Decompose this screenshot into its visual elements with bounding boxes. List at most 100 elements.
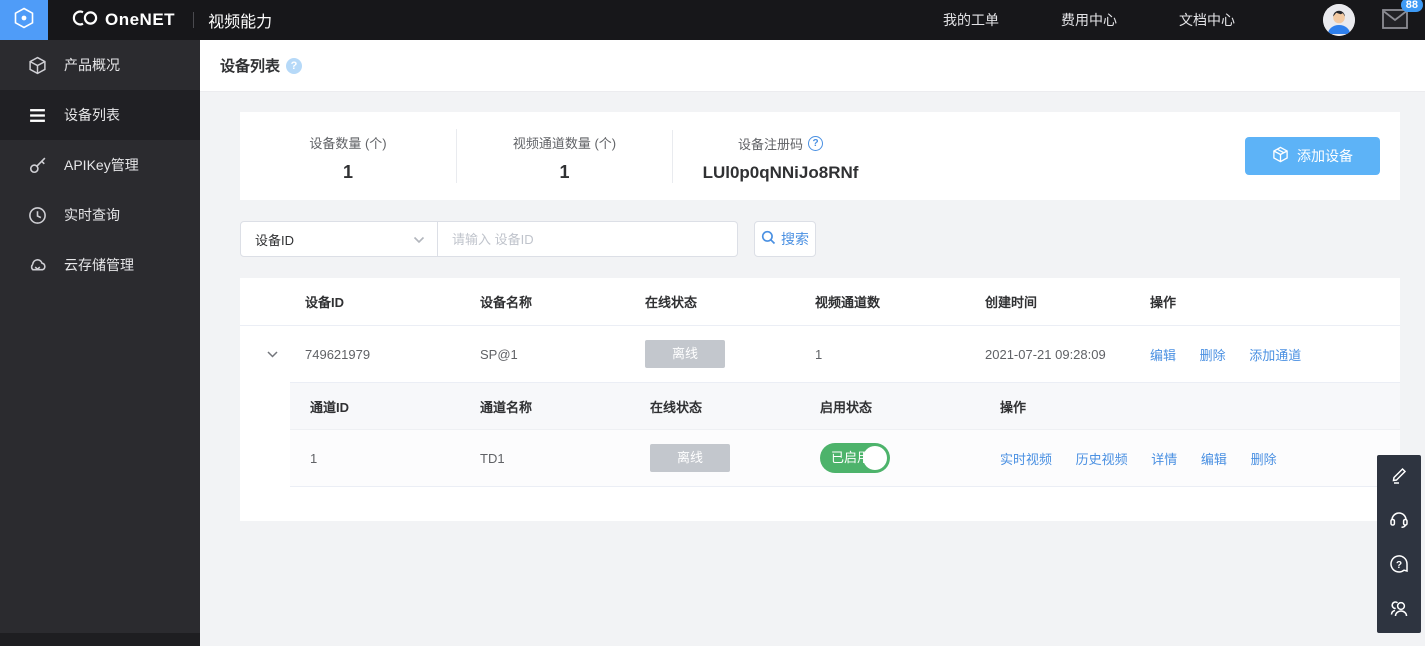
delete-device-link[interactable]: 删除 (1200, 348, 1226, 363)
add-device-button[interactable]: 添加设备 (1245, 137, 1380, 175)
help-button[interactable]: ? (1377, 544, 1421, 589)
box-icon (1272, 146, 1289, 166)
hexagon-icon (12, 6, 36, 35)
nav-my-tickets[interactable]: 我的工单 (943, 10, 999, 30)
stat-device-count-value: 1 (240, 162, 456, 183)
cell-channel-id: 1 (290, 451, 480, 466)
stat-reg-code: 设备注册码 ? LUl0p0qNNiJo8RNf (672, 130, 888, 183)
floating-toolbar: ? (1377, 455, 1421, 633)
pencil-icon (1388, 464, 1410, 491)
people-icon (1388, 597, 1410, 624)
device-table-card: 设备ID 设备名称 在线状态 视频通道数 创建时间 操作 749621979 S… (240, 278, 1400, 521)
sidebar-item-label: 产品概况 (64, 55, 120, 75)
clock-icon (28, 206, 47, 225)
stat-channel-count-label: 视频通道数量 (个) (513, 133, 616, 152)
sidebar-item-label: APIKey管理 (64, 155, 139, 175)
reg-code-help-icon[interactable]: ? (808, 136, 823, 151)
sidebar-item-device-list[interactable]: 设备列表 (0, 90, 200, 140)
offline-status-badge: 离线 (645, 340, 725, 368)
mail-icon (1381, 18, 1409, 35)
cell-device-id: 749621979 (305, 347, 480, 362)
col-channel-online-status: 在线状态 (650, 397, 820, 416)
onenet-logo-icon (72, 9, 98, 32)
device-table-row: 749621979 SP@1 离线 1 2021-07-21 09:28:09 … (240, 326, 1400, 382)
stat-reg-code-label: 设备注册码 ? (738, 134, 823, 153)
stat-device-count-label: 设备数量 (个) (309, 133, 386, 152)
device-table-header: 设备ID 设备名称 在线状态 视频通道数 创建时间 操作 (240, 278, 1400, 326)
platform-logo[interactable] (0, 0, 48, 40)
sidebar-item-product-overview[interactable]: 产品概况 (0, 40, 200, 90)
list-icon (28, 106, 47, 125)
headset-icon (1388, 508, 1410, 535)
top-header: OneNET 视频能力 我的工单 费用中心 文档中心 88 (0, 0, 1425, 40)
stat-reg-code-value: LUl0p0qNNiJo8RNf (673, 163, 888, 183)
key-icon (28, 156, 47, 175)
feedback-button[interactable] (1377, 455, 1421, 500)
detail-link[interactable]: 详情 (1151, 452, 1177, 467)
delete-channel-link[interactable]: 删除 (1251, 452, 1277, 467)
sidebar-item-realtime-query[interactable]: 实时查询 (0, 190, 200, 240)
search-input[interactable] (438, 221, 738, 257)
nav-doc-center[interactable]: 文档中心 (1179, 10, 1235, 30)
search-row: 设备ID 搜索 (240, 221, 1400, 257)
support-button[interactable] (1377, 500, 1421, 545)
col-device-name: 设备名称 (480, 292, 645, 311)
expand-chevron-icon[interactable] (240, 351, 305, 358)
col-online-status: 在线状态 (645, 292, 815, 311)
sidebar-item-label: 设备列表 (64, 105, 120, 125)
col-channel-actions: 操作 (1000, 397, 1400, 416)
history-video-link[interactable]: 历史视频 (1076, 452, 1128, 467)
cell-channel-count: 1 (815, 347, 985, 362)
sidebar: 产品概况 设备列表 APIKey管理 实时查询 (0, 40, 200, 646)
cell-channel-online-status: 离线 (650, 444, 820, 472)
reg-code-label-text: 设备注册码 (738, 134, 803, 153)
onenet-brand[interactable]: OneNET (72, 9, 175, 32)
channel-table: 通道ID 通道名称 在线状态 启用状态 操作 1 TD1 离线 已启用 (290, 382, 1400, 487)
cloud-icon (28, 256, 47, 275)
cell-channel-enabled: 已启用 (820, 443, 1000, 473)
add-channel-link[interactable]: 添加通道 (1249, 348, 1301, 363)
add-device-label: 添加设备 (1297, 146, 1353, 166)
stat-device-count: 设备数量 (个) 1 (240, 129, 456, 183)
cell-online-status: 离线 (645, 340, 815, 368)
col-channel-count: 视频通道数 (815, 292, 985, 311)
cell-channel-actions: 实时视频 历史视频 详情 编辑 删除 (1000, 449, 1400, 468)
edit-channel-link[interactable]: 编辑 (1201, 452, 1227, 467)
stat-channel-count-value: 1 (457, 162, 672, 183)
stat-channel-count: 视频通道数量 (个) 1 (456, 129, 672, 183)
search-button[interactable]: 搜索 (754, 221, 816, 257)
app-title: 视频能力 (208, 8, 272, 32)
filter-select[interactable]: 设备ID (240, 221, 438, 257)
sidebar-item-label: 实时查询 (64, 205, 120, 225)
search-button-label: 搜索 (781, 229, 809, 249)
cube-icon (28, 56, 47, 75)
channel-offline-badge: 离线 (650, 444, 730, 472)
channel-table-row: 1 TD1 离线 已启用 实时视频 历史视频 详情 编辑 删除 (290, 429, 1400, 487)
avatar[interactable] (1323, 4, 1355, 36)
svg-text:?: ? (1396, 560, 1402, 571)
sidebar-footer-strip (0, 633, 200, 646)
stats-card: 设备数量 (个) 1 视频通道数量 (个) 1 设备注册码 ? LUl0p0qN… (240, 112, 1400, 200)
col-channel-enabled: 启用状态 (820, 397, 1000, 416)
channel-enabled-toggle[interactable]: 已启用 (820, 443, 890, 473)
channel-table-header: 通道ID 通道名称 在线状态 启用状态 操作 (290, 383, 1400, 429)
question-circle-icon: ? (1388, 553, 1410, 580)
sidebar-item-apikey[interactable]: APIKey管理 (0, 140, 200, 190)
col-channel-name: 通道名称 (480, 397, 650, 416)
edit-device-link[interactable]: 编辑 (1150, 348, 1176, 363)
page-help-icon[interactable]: ? (286, 58, 302, 74)
sidebar-item-cloud-storage[interactable]: 云存储管理 (0, 240, 200, 290)
main-content: 设备列表 ? 设备数量 (个) 1 视频通道数量 (个) 1 设备注册码 ? L… (200, 40, 1425, 646)
header-nav: 我的工单 费用中心 文档中心 (943, 10, 1235, 30)
col-actions: 操作 (1150, 292, 1400, 311)
col-channel-id: 通道ID (290, 397, 480, 416)
mail-button[interactable]: 88 (1381, 7, 1411, 33)
header-right: 我的工单 费用中心 文档中心 88 (943, 4, 1425, 36)
cell-created-time: 2021-07-21 09:28:09 (985, 347, 1150, 362)
header-divider (193, 12, 194, 28)
cell-actions: 编辑 删除 添加通道 (1150, 345, 1400, 364)
live-video-link[interactable]: 实时视频 (1000, 452, 1052, 467)
community-button[interactable] (1377, 589, 1421, 634)
cell-channel-name: TD1 (480, 451, 650, 466)
nav-billing-center[interactable]: 费用中心 (1061, 10, 1117, 30)
